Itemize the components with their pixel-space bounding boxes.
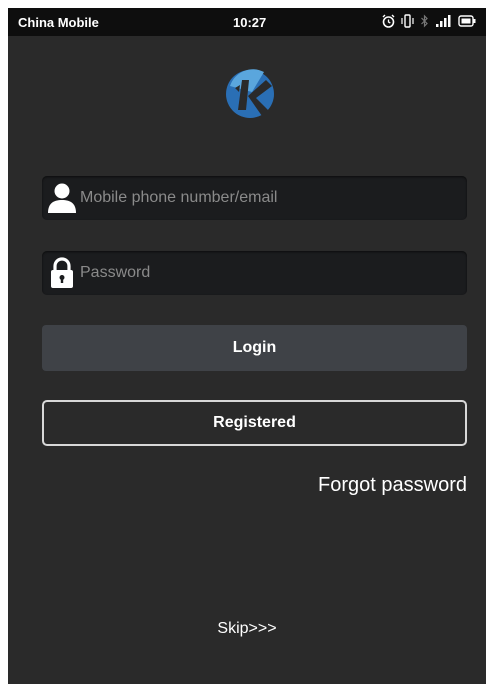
status-time: 10:27 <box>233 15 267 30</box>
app-logo-icon <box>226 69 274 118</box>
username-input[interactable] <box>80 176 460 220</box>
lock-icon <box>51 257 73 288</box>
carrier-name: China Mobile <box>18 15 99 30</box>
username-field[interactable] <box>42 176 467 220</box>
login-button[interactable]: Login <box>42 325 467 371</box>
status-icons <box>382 14 476 28</box>
password-field[interactable] <box>42 251 467 295</box>
password-input[interactable] <box>80 251 460 295</box>
bluetooth-icon <box>421 14 428 28</box>
alarm-icon <box>382 14 395 28</box>
forgot-password-link[interactable]: Forgot password <box>318 474 467 497</box>
battery-icon <box>458 15 476 27</box>
register-button[interactable]: Registered <box>42 400 467 446</box>
skip-link[interactable]: Skip>>> <box>8 620 486 638</box>
vibrate-icon <box>401 14 414 28</box>
phone-screen: China Mobile 10:27 Mobile phone number/e… <box>8 8 486 684</box>
signal-icon <box>436 15 451 27</box>
status-bar: China Mobile 10:27 <box>8 8 486 36</box>
user-icon <box>48 183 76 213</box>
